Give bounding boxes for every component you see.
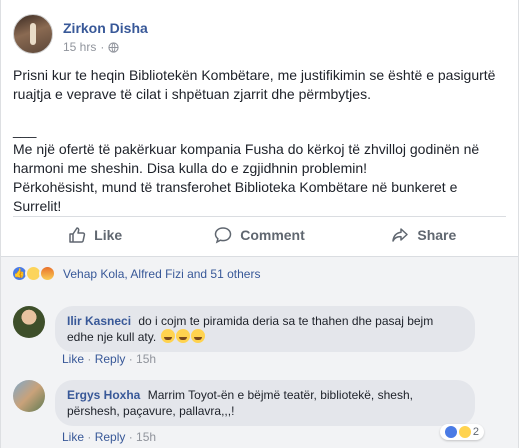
post-header: Zirkon Disha 15 hrs · <box>13 14 148 56</box>
globe-icon <box>108 41 119 53</box>
commenter-avatar[interactable] <box>13 380 45 412</box>
commenter-avatar[interactable] <box>13 306 45 338</box>
post-body: Prisni kur te heqin Bibliotekën Kombëtar… <box>13 66 505 216</box>
post-paragraph: Përkohësisht, mund të transferohet Bibli… <box>13 179 458 214</box>
comment-reaction-badge[interactable]: 2 <box>439 424 484 440</box>
like-label: Like <box>94 227 123 243</box>
comment-reply-link[interactable]: Reply <box>95 430 126 444</box>
comment-time[interactable]: 15h <box>136 430 156 444</box>
comment-like-link[interactable]: Like <box>62 430 84 444</box>
post-paragraph: Prisni kur te heqin Bibliotekën Kombëtar… <box>13 67 496 102</box>
reaction-icons[interactable]: 👍 <box>11 265 56 282</box>
reaction-summary[interactable]: Vehap Kola, Alfred Fizi and 51 others <box>63 267 260 281</box>
comment-bubble: Ilir Kasneci do i cojm te piramida deria… <box>55 306 475 352</box>
author-avatar[interactable] <box>13 14 53 54</box>
comment: Ilir Kasneci do i cojm te piramida deria… <box>13 306 475 352</box>
laughing-emoji-icon <box>160 329 205 344</box>
comment-bubble: Ergys Hoxha Marrim Toyot-ën e bëjmë teat… <box>55 380 475 426</box>
post-time[interactable]: 15 hrs <box>63 40 96 54</box>
comment-like-link[interactable]: Like <box>62 352 84 366</box>
like-reaction-icon <box>444 426 457 438</box>
reactions-bar: 👍 Vehap Kola, Alfred Fizi and 51 others <box>1 256 518 290</box>
author-name[interactable]: Zirkon Disha <box>63 20 148 36</box>
author-block: Zirkon Disha 15 hrs · <box>63 14 148 54</box>
comment-meta: Like · Reply · 15h <box>62 430 157 444</box>
share-label: Share <box>417 227 457 243</box>
commenter-name[interactable]: Ilir Kasneci <box>67 314 131 328</box>
post-separator: ___ <box>13 122 37 138</box>
comment-meta: Like · Reply · 15h <box>62 352 157 366</box>
comment-button[interactable]: Comment <box>177 217 341 253</box>
post-meta: 15 hrs · <box>63 40 148 54</box>
comment-icon <box>214 227 232 244</box>
post-actions: Like Comment Share <box>13 217 506 253</box>
comment-reaction-count: 2 <box>472 426 479 438</box>
comment-label: Comment <box>240 227 305 243</box>
commenter-name[interactable]: Ergys Hoxha <box>67 388 140 402</box>
facebook-post: Zirkon Disha 15 hrs · Prisni kur te heqi… <box>0 0 519 448</box>
comment: Ergys Hoxha Marrim Toyot-ën e bëjmë teat… <box>13 380 475 426</box>
post-paragraph: Me një ofertë të pakërkuar kompania Fush… <box>13 141 480 176</box>
angry-reaction-icon <box>39 265 56 282</box>
share-icon <box>392 228 409 242</box>
comments-section: Ilir Kasneci do i cojm te piramida deria… <box>1 290 518 448</box>
like-icon <box>69 227 86 243</box>
comment-reply-link[interactable]: Reply <box>95 352 126 366</box>
share-button[interactable]: Share <box>342 217 506 253</box>
like-button[interactable]: Like <box>13 217 177 253</box>
laughing-reaction-icon <box>458 426 471 438</box>
comment-time[interactable]: 15h <box>136 352 156 366</box>
